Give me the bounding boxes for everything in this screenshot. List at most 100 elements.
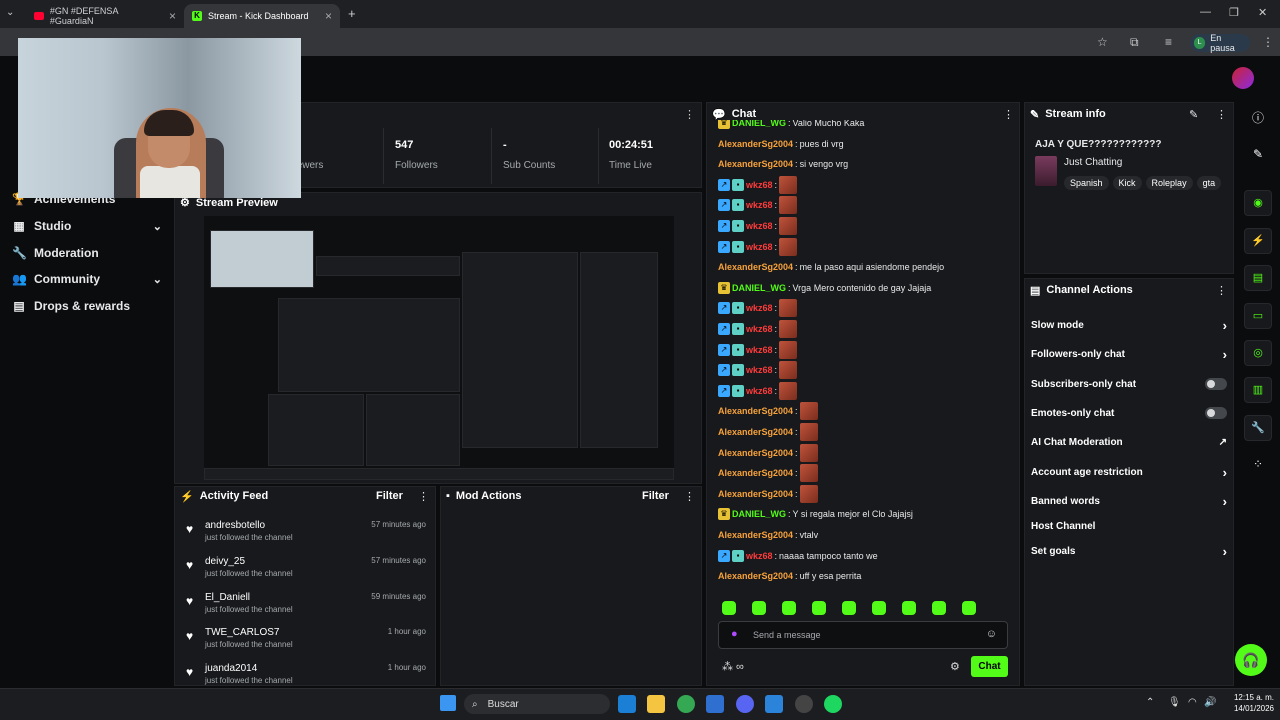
- follower-name[interactable]: El_Daniell: [205, 592, 250, 603]
- chat-username[interactable]: DANIEL_WG: [732, 283, 786, 293]
- chat-username[interactable]: DANIEL_WG: [732, 509, 786, 519]
- mail-icon[interactable]: [706, 695, 724, 713]
- channel-action-item[interactable]: Slow mode ›: [1031, 315, 1227, 335]
- folder-icon[interactable]: [647, 695, 665, 713]
- chat-username[interactable]: wkz68: [746, 303, 773, 313]
- discord-icon[interactable]: [736, 695, 754, 713]
- chat-bubble-icon[interactable]: ▭: [1244, 303, 1272, 329]
- camera-icon[interactable]: ◉: [1244, 190, 1272, 216]
- close-window-icon[interactable]: ✕: [1258, 6, 1267, 19]
- emote-icon[interactable]: [812, 601, 826, 615]
- chat-username[interactable]: AlexanderSg2004: [718, 406, 793, 416]
- chrome-icon[interactable]: [677, 695, 695, 713]
- category-name[interactable]: Just Chatting: [1064, 157, 1122, 168]
- emote-icon[interactable]: [872, 601, 886, 615]
- toggle-switch[interactable]: [1205, 378, 1227, 390]
- clipboard-icon[interactable]: ▤: [1244, 265, 1272, 291]
- apps-icon[interactable]: ⁘: [1246, 452, 1270, 476]
- channel-actions-menu-icon[interactable]: ⋮: [1216, 284, 1227, 297]
- support-button[interactable]: 🎧: [1235, 644, 1267, 676]
- pencil-icon[interactable]: ✎: [1246, 142, 1270, 166]
- chat-username[interactable]: wkz68: [746, 242, 773, 252]
- chat-username[interactable]: wkz68: [746, 386, 773, 396]
- channel-action-item[interactable]: Set goals ›: [1031, 541, 1227, 561]
- chat-username[interactable]: wkz68: [746, 324, 773, 334]
- chat-username[interactable]: AlexanderSg2004: [718, 571, 793, 581]
- tab-list-icon[interactable]: ⌄: [6, 7, 14, 18]
- channel-action-item[interactable]: Subscribers-only chat: [1031, 374, 1227, 394]
- browser-tab-youtube[interactable]: #GN #DEFENSA #GuardiaN ×: [26, 4, 184, 28]
- profile-button[interactable]: L En pausa: [1190, 33, 1250, 53]
- chat-username[interactable]: wkz68: [746, 200, 773, 210]
- extensions-icon[interactable]: ⧉: [1130, 35, 1139, 50]
- follower-name[interactable]: juanda2014: [205, 663, 257, 674]
- activity-menu-icon[interactable]: ⋮: [418, 490, 429, 503]
- clock[interactable]: 12:15 a. m. 14/01/2026: [1222, 692, 1274, 714]
- broadcast-icon[interactable]: ◎: [1244, 340, 1272, 366]
- channel-action-item[interactable]: AI Chat Moderation ↗: [1031, 432, 1227, 452]
- layout-icon[interactable]: ▥: [1244, 377, 1272, 403]
- stats-menu-icon[interactable]: ⋮: [684, 108, 695, 121]
- spotify-icon[interactable]: [824, 695, 842, 713]
- emote-icon[interactable]: [752, 601, 766, 615]
- channel-action-item[interactable]: Followers-only chat ›: [1031, 344, 1227, 364]
- info-icon[interactable]: ⓘ: [1246, 106, 1270, 130]
- chat-username[interactable]: wkz68: [746, 551, 773, 561]
- chat-username[interactable]: wkz68: [746, 345, 773, 355]
- channel-action-item[interactable]: Emotes-only chat: [1031, 403, 1227, 423]
- toggle-switch[interactable]: [1205, 407, 1227, 419]
- user-avatar[interactable]: [1232, 67, 1254, 89]
- mod-filter-button[interactable]: Filter: [642, 490, 669, 502]
- emote-icon[interactable]: [782, 601, 796, 615]
- mic-icon[interactable]: 🎙: [1168, 697, 1181, 708]
- chat-input-box[interactable]: ● Send a message ☺: [718, 621, 1008, 649]
- chat-send-button[interactable]: Chat: [971, 656, 1008, 677]
- chat-username[interactable]: AlexanderSg2004: [718, 448, 793, 458]
- chat-username[interactable]: AlexanderSg2004: [718, 489, 793, 499]
- maximize-icon[interactable]: ❐: [1229, 6, 1239, 19]
- stream-preview-video[interactable]: [204, 216, 674, 480]
- photos-icon[interactable]: [765, 695, 783, 713]
- chat-username[interactable]: AlexanderSg2004: [718, 262, 793, 272]
- close-icon[interactable]: ×: [169, 9, 176, 23]
- chat-username[interactable]: AlexanderSg2004: [718, 530, 793, 540]
- bolt-icon[interactable]: ⚡: [1244, 228, 1272, 254]
- star-icon[interactable]: ☆: [1097, 35, 1108, 49]
- wifi-icon[interactable]: ◠: [1188, 697, 1197, 708]
- emote-icon[interactable]: [902, 601, 916, 615]
- sidebar-item-studio[interactable]: ▦ Studio ⌄: [12, 215, 162, 237]
- reading-list-icon[interactable]: ≡: [1165, 35, 1172, 49]
- tray-chevron-icon[interactable]: ⌃: [1146, 697, 1154, 708]
- edit-icon[interactable]: ✎: [1189, 108, 1198, 121]
- chat-username[interactable]: AlexanderSg2004: [718, 159, 793, 169]
- emote-icon[interactable]: [842, 601, 856, 615]
- stream-info-menu-icon[interactable]: ⋮: [1216, 108, 1227, 121]
- chat-settings-icon[interactable]: ⚙: [950, 660, 960, 673]
- chat-username[interactable]: AlexanderSg2004: [718, 427, 793, 437]
- sidebar-item-community[interactable]: 👥 Community ⌄: [12, 268, 162, 290]
- chat-username[interactable]: wkz68: [746, 365, 773, 375]
- taskbar-search[interactable]: ⌕ Buscar: [464, 694, 610, 714]
- chat-username[interactable]: wkz68: [746, 180, 773, 190]
- chat-username[interactable]: DANIEL_WG: [732, 120, 786, 128]
- mod-menu-icon[interactable]: ⋮: [684, 490, 695, 503]
- microphone-icon[interactable]: ●: [731, 628, 738, 640]
- emote-icon[interactable]: [722, 601, 736, 615]
- chat-username[interactable]: AlexanderSg2004: [718, 139, 793, 149]
- windows-start-icon[interactable]: [440, 695, 456, 711]
- edge-icon[interactable]: [618, 695, 636, 713]
- emoji-icon[interactable]: ☺: [986, 628, 997, 640]
- close-icon[interactable]: ×: [325, 9, 332, 23]
- activity-filter-button[interactable]: Filter: [376, 490, 403, 502]
- sidebar-item-drops[interactable]: ▤ Drops & rewards: [12, 295, 162, 317]
- chat-username[interactable]: AlexanderSg2004: [718, 468, 793, 478]
- sidebar-item-moderation[interactable]: 🔧 Moderation: [12, 242, 162, 264]
- follower-name[interactable]: TWE_CARLOS7: [205, 627, 279, 638]
- emote-icon[interactable]: [962, 601, 976, 615]
- chat-username[interactable]: wkz68: [746, 221, 773, 231]
- follower-name[interactable]: andresbotello: [205, 520, 265, 531]
- channel-action-item[interactable]: Banned words ›: [1031, 491, 1227, 511]
- browser-tab-kick[interactable]: K Stream - Kick Dashboard ×: [184, 4, 340, 28]
- follower-name[interactable]: deivy_25: [205, 556, 245, 567]
- wrench-icon[interactable]: 🔧: [1244, 415, 1272, 441]
